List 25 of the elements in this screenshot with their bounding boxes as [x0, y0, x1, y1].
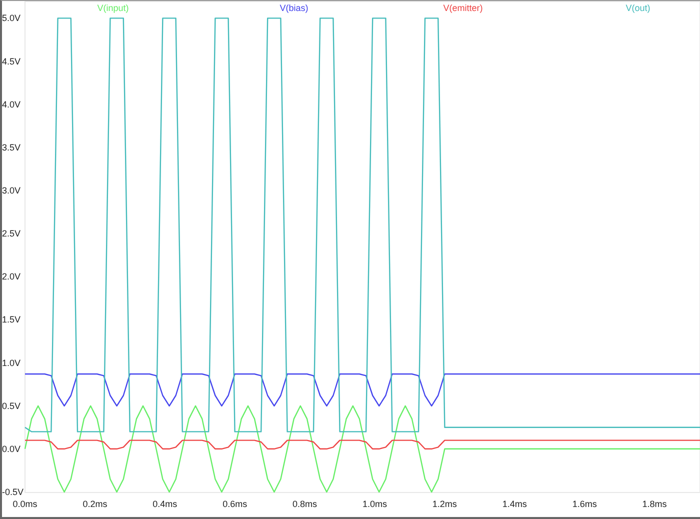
axis-tick-label: 2.5V — [2, 228, 21, 239]
axis-tick-label: 2.0V — [2, 272, 21, 282]
legend-label[interactable]: V(out) — [626, 3, 650, 13]
axis-tick-label: 1.8ms — [642, 499, 667, 509]
axis-tick-label: 0.0ms — [12, 499, 38, 509]
axis-tick-label: 0.6ms — [222, 499, 248, 509]
axis-tick-label: 4.0V — [2, 99, 21, 110]
axis-tick-label: 4.5V — [2, 56, 21, 66]
axis-tick-label: 0.5V — [2, 400, 21, 411]
axis-tick-label: 1.2ms — [432, 499, 457, 509]
axis-tick-label: 0.0V — [2, 444, 21, 454]
axis-tick-label: 5.0V — [2, 13, 21, 24]
axis-tick-label: 0.2ms — [82, 499, 108, 509]
axis-tick-label: 1.4ms — [502, 499, 527, 509]
axis-tick-label: 3.5V — [2, 142, 21, 152]
axis-tick-label: 1.5V — [2, 314, 21, 325]
axis-tick-label: -0.5V — [2, 487, 24, 497]
legend-label[interactable]: V(emitter) — [443, 3, 483, 13]
axis-tick-label: 1.0ms — [362, 499, 387, 509]
axis-tick-label: 3.0V — [2, 186, 21, 196]
axis-tick-label: 1.6ms — [572, 499, 597, 509]
axis-tick-label: 0.8ms — [292, 499, 318, 509]
legend-label[interactable]: V(bias) — [280, 3, 308, 13]
axis-tick-label: 0.4ms — [152, 499, 178, 509]
axis-tick-label: 1.0V — [2, 358, 21, 368]
